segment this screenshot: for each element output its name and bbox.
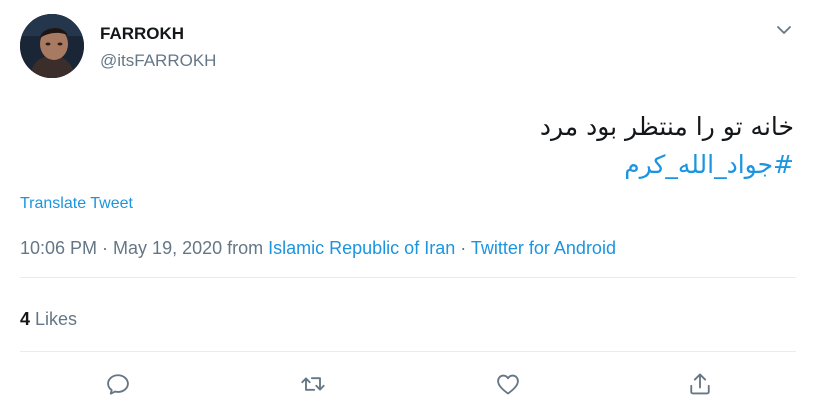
reply-icon bbox=[107, 374, 129, 395]
location-link[interactable]: Islamic Republic of Iran bbox=[268, 238, 455, 258]
like-button[interactable] bbox=[494, 370, 522, 398]
tweet-time[interactable]: 10:06 PM bbox=[20, 238, 97, 258]
chevron-down-icon[interactable] bbox=[774, 20, 794, 40]
reply-button[interactable] bbox=[104, 370, 132, 398]
avatar-image bbox=[20, 14, 84, 78]
share-icon bbox=[690, 373, 710, 395]
meta-separator: · bbox=[97, 238, 114, 258]
hashtag-link[interactable]: #جواد_الله_کرم bbox=[234, 146, 794, 184]
avatar[interactable] bbox=[20, 14, 84, 78]
tweet-text-line: خانه تو را منتظر بود مرد bbox=[539, 112, 794, 141]
retweet-icon bbox=[301, 377, 325, 391]
likes-count-link[interactable]: 4 Likes bbox=[20, 309, 77, 330]
divider bbox=[20, 351, 796, 352]
meta-separator: · bbox=[455, 238, 471, 258]
likes-label: Likes bbox=[35, 309, 78, 329]
share-button[interactable] bbox=[686, 370, 714, 398]
like-icon bbox=[497, 374, 519, 395]
retweet-button[interactable] bbox=[299, 370, 327, 398]
user-handle[interactable]: @itsFARROKH bbox=[100, 51, 216, 71]
source-link[interactable]: Twitter for Android bbox=[471, 238, 616, 258]
translate-tweet-link[interactable]: Translate Tweet bbox=[20, 195, 133, 213]
display-name[interactable]: FARROKH bbox=[100, 24, 184, 44]
tweet-text: خانه تو را منتظر بود مرد #جواد_الله_کرم bbox=[234, 108, 794, 184]
likes-count: 4 bbox=[20, 309, 31, 329]
tweet-date[interactable]: May 19, 2020 bbox=[113, 238, 222, 258]
tweet-metadata: 10:06 PM · May 19, 2020 from Islamic Rep… bbox=[20, 238, 616, 259]
divider bbox=[20, 277, 796, 278]
from-word: from bbox=[222, 238, 269, 258]
